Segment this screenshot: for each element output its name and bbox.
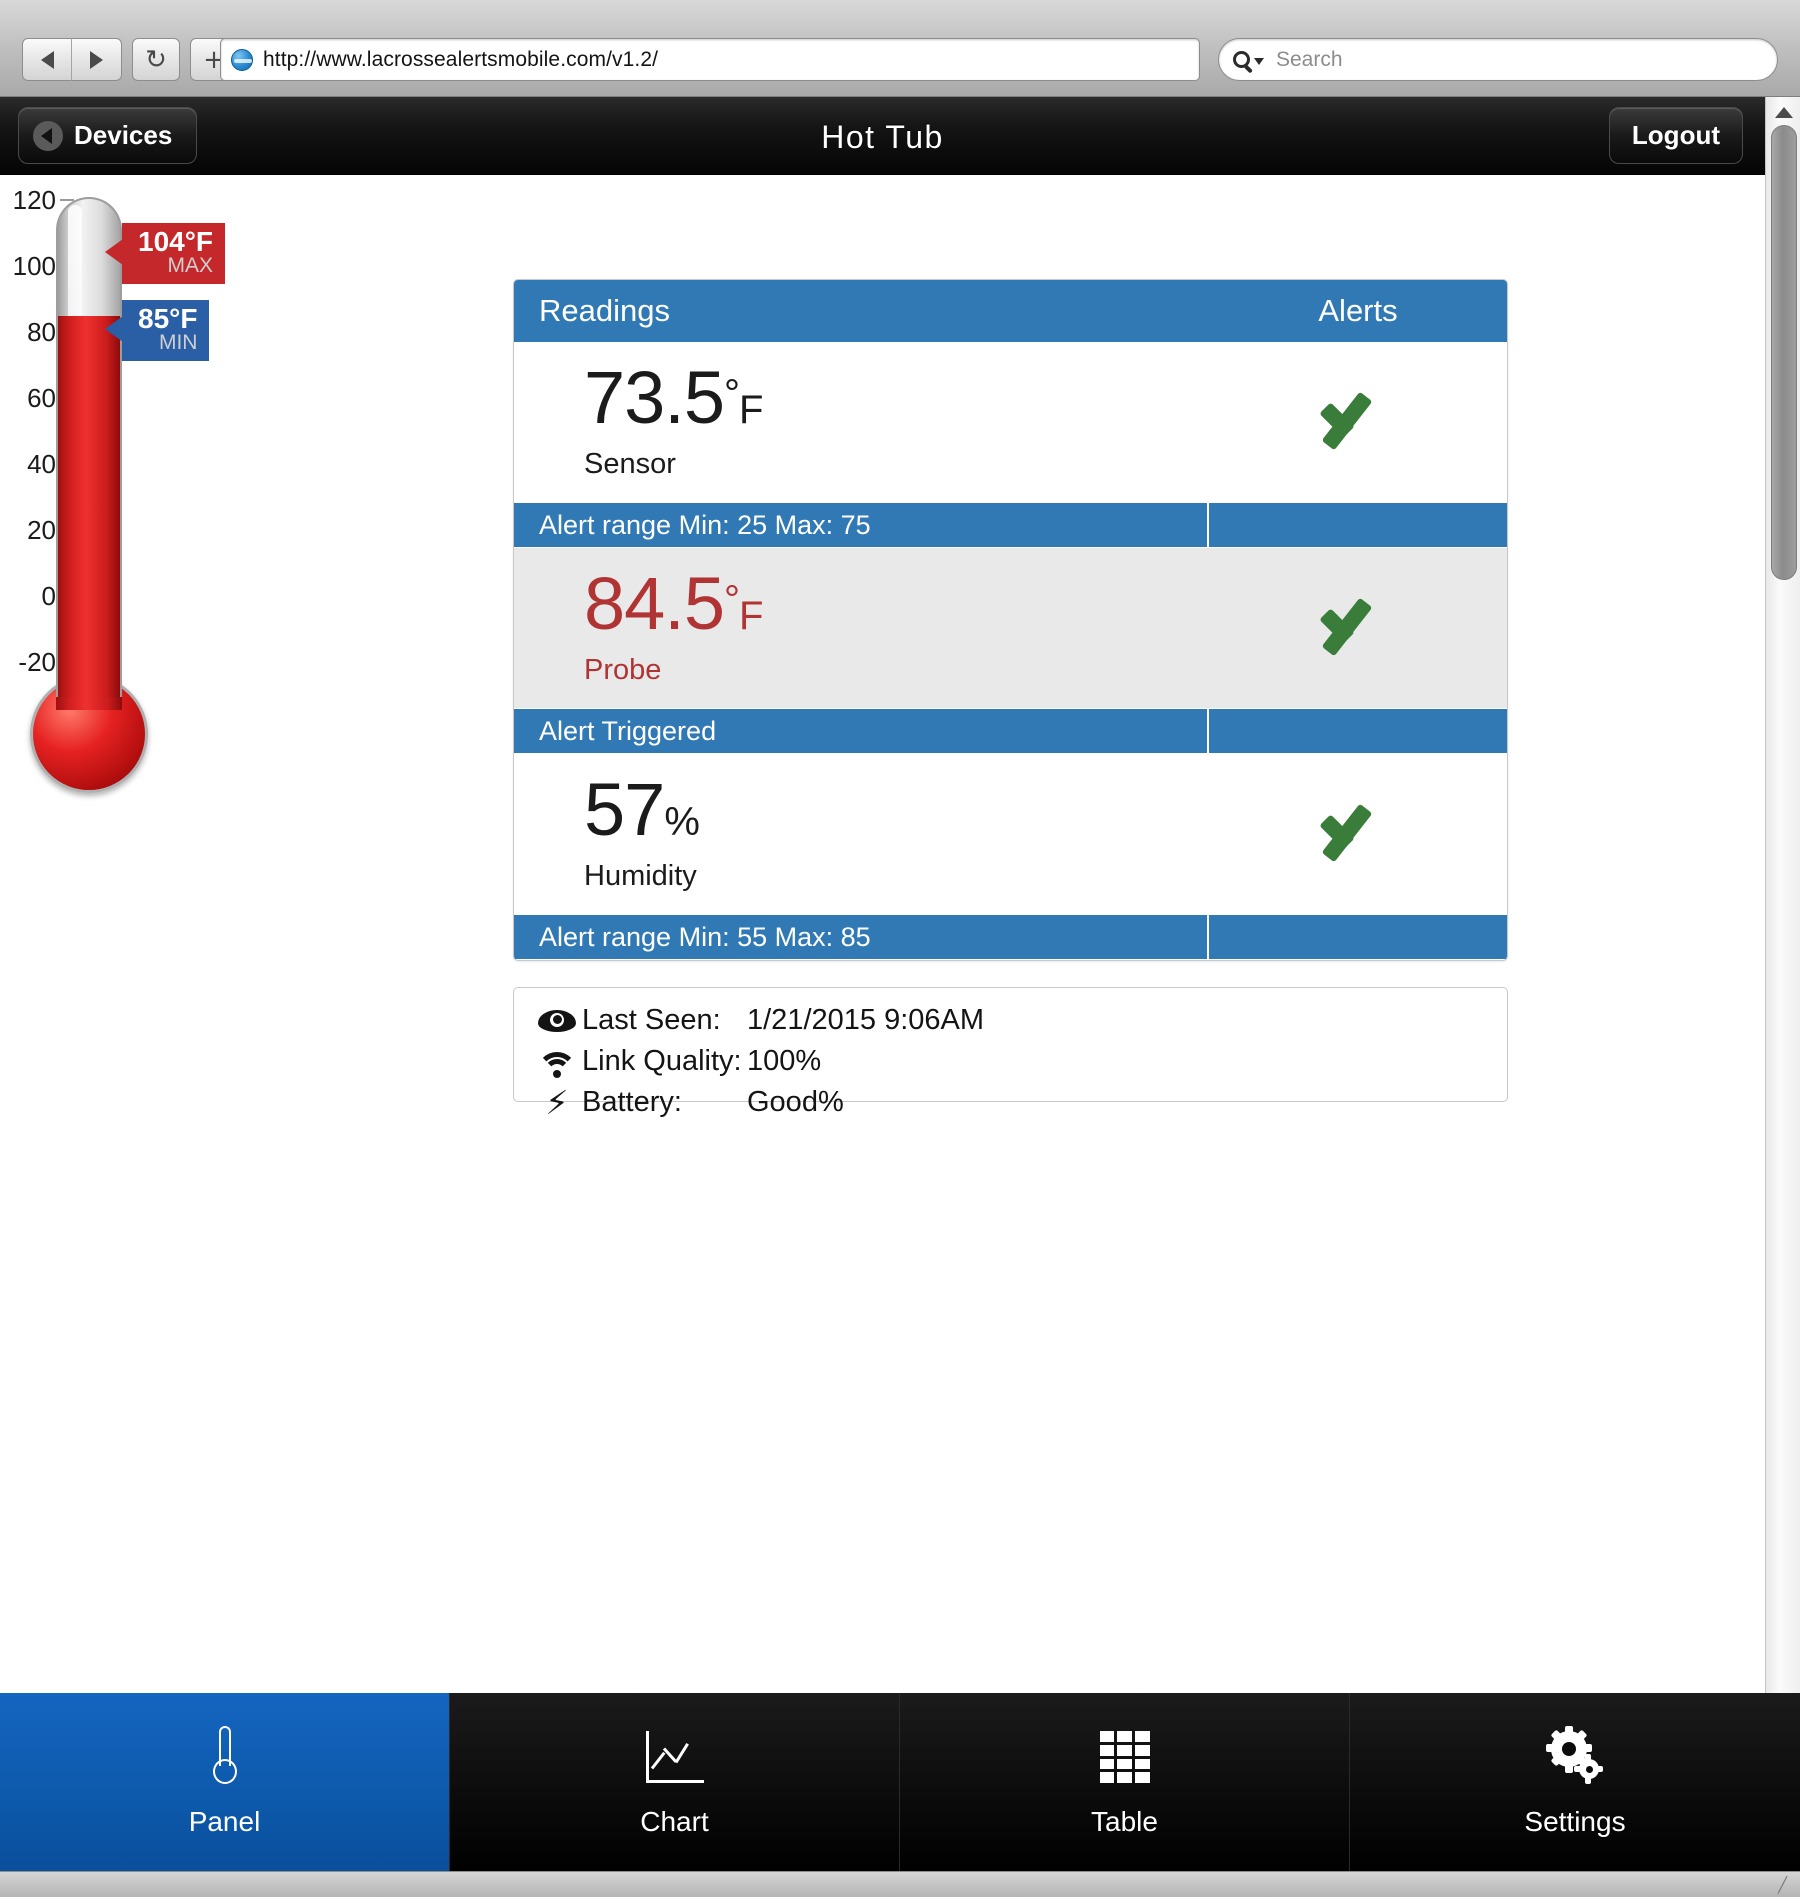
thermometer-max-value: 104°F	[138, 226, 213, 257]
status-value-link-quality: 100%	[747, 1045, 821, 1078]
alert-range-humidity: Alert range Min: 55 Max: 85	[514, 915, 1209, 959]
thermometer-tick-40: 40	[27, 449, 56, 480]
thermometer-tick-minus20: -20	[18, 647, 56, 678]
alert-range-row: Alert range Min: 25 Max: 75	[514, 502, 1507, 548]
device-status-card: Last Seen: 1/21/2015 9:06AM Link Quality…	[513, 987, 1508, 1102]
page-title: Hot Tub	[0, 119, 1765, 156]
browser-chrome: ↻ + http://www.lacrossealertsmobile.com/…	[0, 0, 1800, 97]
table-row[interactable]: 57% Humidity	[514, 754, 1507, 914]
column-header-readings: Readings	[514, 293, 1209, 329]
logout-button[interactable]: Logout	[1609, 107, 1743, 164]
tab-settings[interactable]: Settings	[1350, 1693, 1800, 1871]
thermometer-tick-0: 0	[42, 581, 56, 612]
logout-label: Logout	[1632, 120, 1720, 151]
tab-table-label: Table	[1091, 1806, 1158, 1838]
thermometer-tick-120: 120	[13, 185, 56, 216]
tab-settings-label: Settings	[1524, 1806, 1625, 1838]
window-bottom-frame: ╱	[0, 1871, 1800, 1897]
reading-value-humidity: 57%	[584, 775, 1209, 845]
thermometer-mercury	[58, 316, 120, 697]
search-icon	[1233, 51, 1250, 68]
tab-chart-label: Chart	[640, 1806, 708, 1838]
thermometer-tick-60: 60	[27, 383, 56, 414]
status-row-last-seen: Last Seen: 1/21/2015 9:06AM	[532, 1000, 1507, 1041]
thermometer-tick-20: 20	[27, 515, 56, 546]
thermometer-tick-80: 80	[27, 317, 56, 348]
reading-cell: 57% Humidity	[514, 754, 1209, 914]
thermometer-icon	[212, 1726, 238, 1788]
app-header: Devices Hot Tub Logout	[0, 97, 1765, 175]
scroll-up-arrow-icon[interactable]	[1766, 101, 1800, 123]
address-bar-value: http://www.lacrossealertsmobile.com/v1.2…	[263, 48, 658, 72]
tab-panel[interactable]: Panel	[0, 1693, 450, 1871]
vertical-scrollbar[interactable]	[1765, 97, 1800, 1693]
status-row-battery: ⚡ Battery: Good%	[532, 1082, 1507, 1123]
thermometer-tube	[56, 197, 122, 697]
eye-icon	[532, 1010, 582, 1032]
reading-name-probe: Probe	[584, 654, 1209, 687]
thermometer-min-label: MIN	[138, 332, 197, 354]
bottom-tab-bar: Panel Chart Ta	[0, 1693, 1800, 1871]
alert-range-row: Alert range Min: 55 Max: 85	[514, 914, 1507, 960]
reload-icon: ↻	[145, 47, 167, 73]
line-chart-icon	[646, 1726, 704, 1788]
column-header-alerts: Alerts	[1209, 293, 1507, 329]
alert-range-sensor: Alert range Min: 25 Max: 75	[514, 503, 1209, 547]
status-label-battery: Battery:	[582, 1086, 747, 1119]
alert-cell	[1209, 548, 1507, 708]
table-row[interactable]: 73.5°F Sensor	[514, 342, 1507, 502]
forward-button[interactable]	[72, 38, 122, 81]
alert-cell	[1209, 342, 1507, 502]
thermometer-min-flag: 85°F MIN	[122, 300, 209, 361]
resize-grip-icon[interactable]: ╱	[1778, 1878, 1794, 1892]
reading-cell: 84.5°F Probe	[514, 548, 1209, 708]
alert-status-probe: Alert Triggered	[514, 709, 1209, 753]
check-icon	[1315, 594, 1401, 662]
wifi-icon	[532, 1048, 582, 1076]
thermometer-min-value: 85°F	[138, 303, 197, 334]
thermometer-max-label: MAX	[138, 255, 213, 277]
reload-button[interactable]: ↻	[132, 38, 180, 81]
status-label-link-quality: Link Quality:	[582, 1045, 747, 1078]
alert-cell	[1209, 754, 1507, 914]
status-value-battery: Good%	[747, 1086, 844, 1119]
status-value-last-seen: 1/21/2015 9:06AM	[747, 1004, 984, 1037]
app-window: Devices Hot Tub Logout 120 100 80 60 40 …	[0, 97, 1800, 1800]
thermometer-tick-100: 100	[13, 251, 56, 282]
alert-range-row: Alert Triggered	[514, 708, 1507, 754]
flag-notch	[105, 316, 123, 342]
globe-favicon-icon	[231, 49, 253, 71]
reading-name-sensor: Sensor	[584, 448, 1209, 481]
tab-panel-label: Panel	[189, 1806, 261, 1838]
readings-table-header: Readings Alerts	[514, 280, 1507, 342]
check-icon	[1315, 388, 1401, 456]
status-label-last-seen: Last Seen:	[582, 1004, 747, 1037]
reading-name-humidity: Humidity	[584, 860, 1209, 893]
grid-table-icon	[1100, 1726, 1150, 1788]
triangle-left-icon	[41, 51, 54, 69]
reading-value-probe: 84.5°F	[584, 569, 1209, 639]
tab-chart[interactable]: Chart	[450, 1693, 900, 1871]
search-placeholder: Search	[1276, 48, 1343, 72]
back-button[interactable]	[22, 38, 72, 81]
tab-table[interactable]: Table	[900, 1693, 1350, 1871]
thermometer-max-flag: 104°F MAX	[122, 223, 225, 284]
flag-notch	[105, 239, 123, 265]
chevron-down-icon[interactable]	[1254, 58, 1264, 65]
scrollbar-thumb[interactable]	[1771, 125, 1797, 580]
gear-icon	[1547, 1726, 1603, 1788]
reading-cell: 73.5°F Sensor	[514, 342, 1209, 502]
readings-table: Readings Alerts 73.5°F Sensor Alert rang…	[513, 279, 1508, 961]
status-row-link-quality: Link Quality: 100%	[532, 1041, 1507, 1082]
table-row[interactable]: 84.5°F Probe	[514, 548, 1507, 708]
search-input[interactable]: Search	[1218, 38, 1778, 81]
browser-nav-buttons: ↻ +	[22, 38, 238, 81]
address-bar[interactable]: http://www.lacrossealertsmobile.com/v1.2…	[220, 38, 1200, 81]
reading-value-sensor: 73.5°F	[584, 363, 1209, 433]
thermometer-gauge: 120 100 80 60 40 20 0 -20 104°F MAX	[0, 175, 510, 795]
check-icon	[1315, 800, 1401, 868]
triangle-right-icon	[90, 51, 103, 69]
